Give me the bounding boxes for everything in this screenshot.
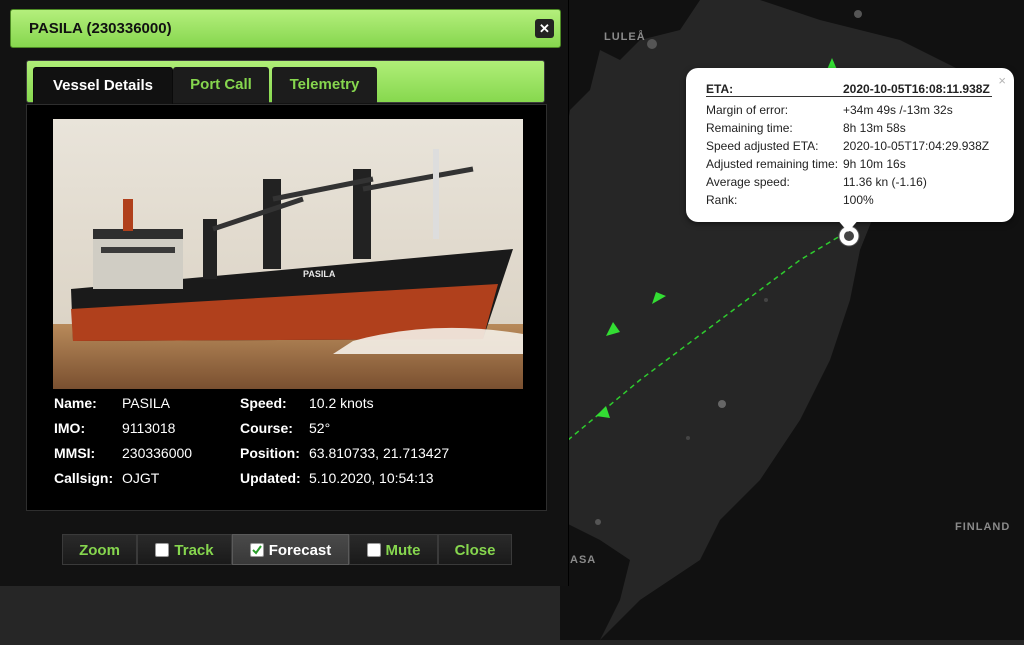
mmsi-value: 230336000	[122, 445, 193, 461]
updated-label: Updated:	[240, 470, 301, 486]
island	[686, 436, 690, 440]
close-button[interactable]: Close	[438, 534, 512, 565]
island	[647, 39, 657, 49]
rank-value: 100%	[843, 193, 874, 207]
island	[718, 400, 726, 408]
vessel-photo: PASILA	[53, 119, 523, 389]
imo-value: 9113018	[122, 420, 176, 436]
forecast-button[interactable]: Forecast	[232, 534, 349, 565]
tab-bar: Vessel Details Port Call Telemetry	[26, 60, 545, 104]
checkbox-icon[interactable]	[155, 543, 170, 557]
divider	[706, 96, 992, 97]
updated-value: 5.10.2020, 10:54:13	[309, 470, 434, 486]
vessel-details-content: PASILA Name: PASILA IMO: 9113018 MMSI: 2…	[26, 104, 547, 511]
zoom-button[interactable]: Zoom	[62, 534, 137, 565]
position-value: 63.810733, 21.713427	[309, 445, 450, 461]
name-value: PASILA	[122, 395, 170, 411]
popup-pointer	[836, 218, 860, 232]
track-label: Track	[174, 542, 214, 559]
map-label-finland: FINLAND	[955, 521, 1011, 533]
course-label: Course:	[240, 420, 293, 436]
speed-adjusted-eta-value: 2020-10-05T17:04:29.938Z	[843, 139, 990, 153]
mute-label: Mute	[385, 542, 421, 559]
callsign-value: OJGT	[122, 470, 160, 486]
tab-port-call[interactable]: Port Call	[173, 67, 269, 103]
adjusted-remaining-label: Adjusted remaining time:	[706, 157, 839, 171]
checkbox-checked-icon[interactable]	[249, 543, 264, 557]
forecast-label: Forecast	[268, 542, 332, 559]
island	[854, 10, 862, 18]
margin-label: Margin of error:	[706, 103, 789, 117]
island	[595, 519, 601, 525]
panel-title: PASILA (230336000)	[29, 20, 172, 37]
rank-label: Rank:	[706, 193, 738, 207]
island	[764, 298, 768, 302]
average-speed-label: Average speed:	[706, 175, 790, 189]
position-label: Position:	[240, 445, 300, 461]
average-speed-value: 11.36 kn (-1.16)	[843, 175, 927, 189]
track-button[interactable]: Track	[137, 534, 232, 565]
remaining-value: 8h 13m 58s	[843, 121, 906, 135]
close-icon[interactable]: ×	[998, 73, 1006, 88]
name-label: Name:	[54, 395, 97, 411]
hull-name-text: PASILA	[303, 269, 336, 279]
close-label: Close	[454, 542, 496, 559]
eta-value: 2020-10-05T16:08:11.938Z	[843, 82, 990, 96]
remaining-label: Remaining time:	[706, 121, 793, 135]
map-label-lulea: LULEÅ	[604, 31, 646, 43]
margin-value: +34m 49s /-13m 32s	[843, 103, 953, 117]
adjusted-remaining-value: 9h 10m 16s	[843, 157, 906, 171]
eta-popup: × ETA: 2020-10-05T16:08:11.938Z Margin o…	[686, 68, 1014, 232]
checkbox-icon[interactable]	[366, 543, 381, 557]
close-icon[interactable]: ✕	[535, 19, 554, 38]
vessel-panel: PASILA (230336000) ✕ Vessel Details Port…	[0, 0, 569, 586]
speed-adjusted-eta-label: Speed adjusted ETA:	[706, 139, 819, 153]
callsign-label: Callsign:	[54, 470, 114, 486]
mmsi-label: MMSI:	[54, 445, 96, 461]
imo-label: IMO:	[54, 420, 86, 436]
tab-vessel-details[interactable]: Vessel Details	[33, 67, 173, 104]
course-value: 52°	[309, 420, 331, 436]
speed-label: Speed:	[240, 395, 287, 411]
zoom-label: Zoom	[79, 542, 120, 559]
eta-label: ETA:	[706, 82, 734, 96]
map-label-partial: ASA	[570, 554, 597, 566]
speed-value: 10.2 knots	[309, 395, 374, 411]
panel-title-bar[interactable]: PASILA (230336000) ✕	[10, 9, 561, 48]
mute-button[interactable]: Mute	[349, 534, 438, 565]
tab-telemetry[interactable]: Telemetry	[272, 67, 377, 103]
